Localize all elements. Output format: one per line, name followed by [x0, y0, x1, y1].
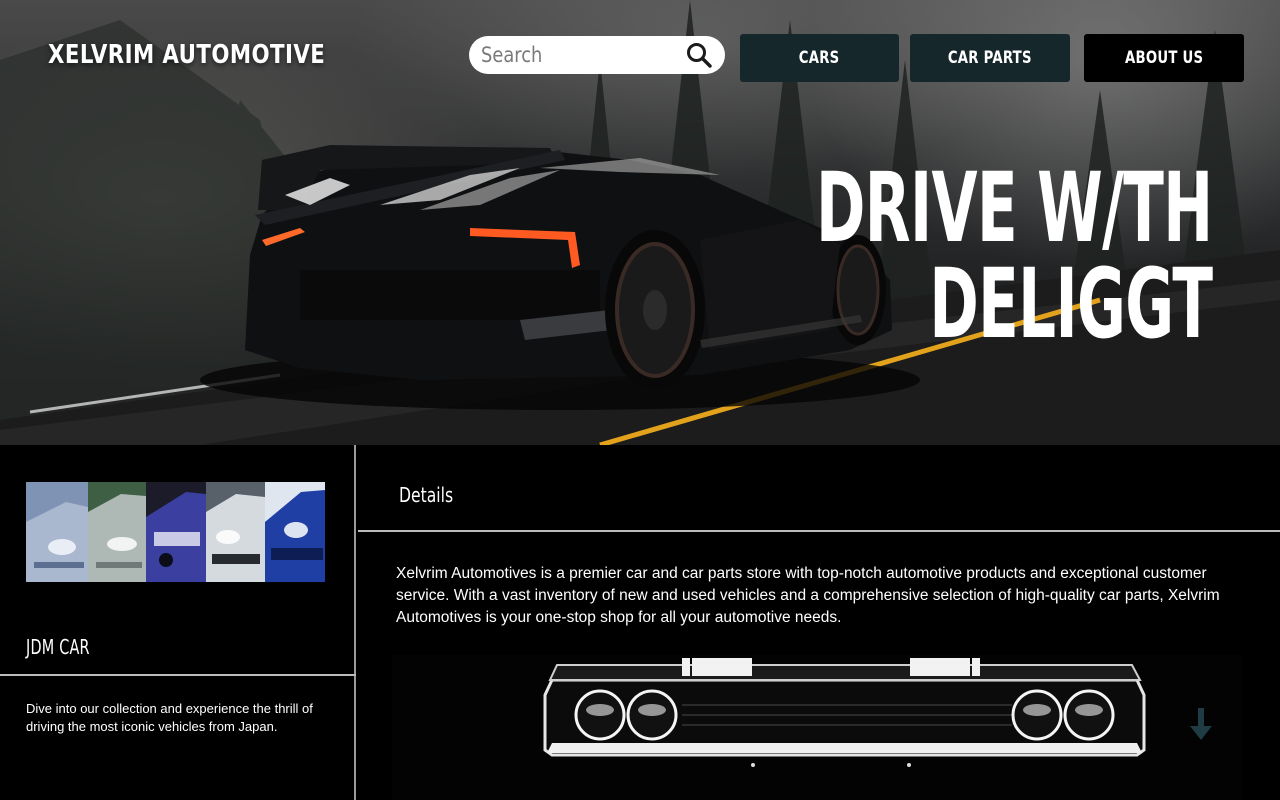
arrow-down-icon: [1190, 708, 1212, 740]
hero-headline-line2: DELIGGT: [928, 248, 1213, 360]
nav-car-parts-label: CAR PARTS: [948, 48, 1032, 68]
details-title: Details: [399, 483, 454, 507]
hero-headline-line1: DRIVE W/TH: [815, 152, 1213, 264]
jdm-card: JDM CAR Dive into our collection and exp…: [0, 445, 356, 800]
nav-about-us-label: ABOUT US: [1124, 48, 1204, 68]
nav-about-us-button[interactable]: ABOUT US: [1084, 34, 1244, 82]
search-input[interactable]: [481, 43, 672, 67]
content-section: JDM CAR Dive into our collection and exp…: [0, 445, 1280, 800]
brand-logo[interactable]: XELVRIM AUTOMOTIVE: [48, 40, 325, 70]
hero-section: XELVRIM AUTOMOTIVE CARS CAR PARTS ABOUT …: [0, 0, 1280, 445]
search-bar: [469, 36, 725, 74]
nav-cars-label: CARS: [799, 48, 840, 68]
nav-cars-button[interactable]: CARS: [740, 34, 899, 82]
details-divider: [358, 530, 1280, 532]
details-panel: Details Xelvrim Automotives is a premier…: [358, 445, 1280, 800]
scroll-down-button[interactable]: [1184, 703, 1218, 745]
jdm-card-description: Dive into our collection and experience …: [26, 701, 313, 734]
classic-car-front-image: [392, 655, 1242, 800]
hero-headline: DRIVE W/TH DELIGGT: [573, 152, 1213, 360]
details-description: Xelvrim Automotives is a premier car and…: [396, 565, 1220, 626]
jdm-card-title: JDM CAR: [26, 635, 90, 659]
jdm-card-divider: [0, 674, 356, 676]
nav-car-parts-button[interactable]: CAR PARTS: [910, 34, 1070, 82]
jdm-cars-image[interactable]: [26, 482, 325, 582]
jdm-cars-collage: [26, 482, 325, 582]
search-icon[interactable]: [685, 41, 713, 69]
